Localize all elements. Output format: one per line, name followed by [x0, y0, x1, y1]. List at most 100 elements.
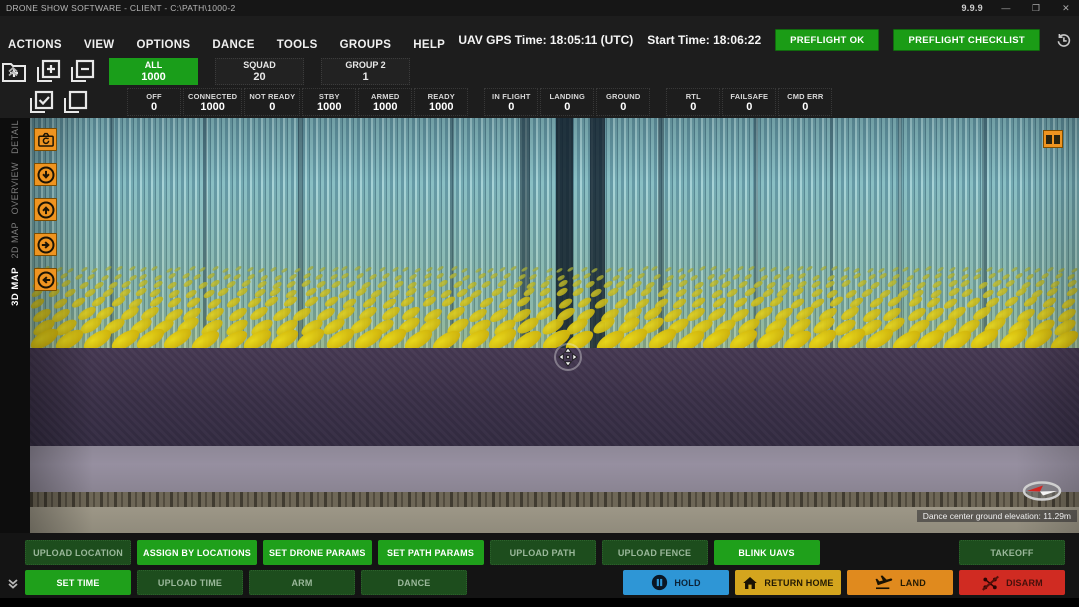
- menu-dance[interactable]: DANCE: [212, 39, 254, 51]
- map-tab-2d-map[interactable]: 2D MAP: [10, 222, 20, 259]
- map-tab-3d-map[interactable]: 3D MAP: [10, 267, 21, 306]
- group-tab-group-2[interactable]: GROUP 21: [321, 58, 410, 85]
- select-all-icon[interactable]: [27, 90, 54, 115]
- camera-rotate-left-icon[interactable]: [34, 268, 57, 291]
- takeoff-button[interactable]: TAKEOFF: [959, 540, 1065, 565]
- upload-fence-button[interactable]: UPLOAD FENCE: [602, 540, 708, 565]
- start-time: Start Time: 18:06:22: [647, 33, 761, 47]
- counter-label: CONNECTED: [188, 92, 237, 101]
- add-to-group-icon[interactable]: [34, 59, 61, 84]
- button-label: UPLOAD TIME: [158, 578, 222, 588]
- command-toolbar: UPLOAD LOCATION ASSIGN BY LOCATIONS SET DR…: [0, 533, 1079, 607]
- counter-value: 1000: [317, 101, 341, 113]
- button-label: ASSIGN BY LOCATIONS: [143, 548, 251, 558]
- counter-value: 0: [746, 101, 752, 113]
- counter-label: IN FLIGHT: [492, 92, 530, 101]
- button-label: RETURN HOME: [764, 578, 833, 588]
- preflight-ok-button[interactable]: PREFLIGHT OK: [775, 29, 879, 51]
- map-view-tabs: DETAIL OVERVIEW 2D MAP 3D MAP: [0, 118, 30, 533]
- counter-value: 0: [269, 101, 275, 113]
- counter-label: LANDING: [549, 92, 585, 101]
- counter-label: FAILSAFE: [730, 92, 768, 101]
- counter-label: STBY: [319, 92, 340, 101]
- group-tab-all[interactable]: ALL1000: [109, 58, 198, 85]
- group-tab-count: 1000: [141, 71, 165, 83]
- preflight-checklist-button[interactable]: PREFLIGHT CHECKLIST: [893, 29, 1040, 51]
- set-path-params-button[interactable]: SET PATH PARAMS: [378, 540, 484, 565]
- counter-value: 0: [690, 101, 696, 113]
- assign-by-locations-button[interactable]: ASSIGN BY LOCATIONS: [137, 540, 257, 565]
- set-drone-params-button[interactable]: SET DRONE PARAMS: [263, 540, 372, 565]
- arm-button[interactable]: ARM: [249, 570, 355, 595]
- maximize-button[interactable]: ❐: [1029, 3, 1043, 14]
- compass-icon[interactable]: [1019, 478, 1065, 509]
- menu-tools[interactable]: TOOLS: [277, 39, 318, 51]
- counter-label: READY: [428, 92, 455, 101]
- counter-landing: LANDING0: [540, 88, 594, 116]
- counter-value: 1000: [200, 101, 224, 113]
- counter-label: RTL: [686, 92, 701, 101]
- button-label: DISARM: [1006, 578, 1043, 588]
- menu-view[interactable]: VIEW: [84, 39, 115, 51]
- dance-button[interactable]: DANCE: [361, 570, 467, 595]
- ground-band-road: [30, 492, 1079, 507]
- collapse-panel-up-icon[interactable]: [6, 64, 20, 78]
- button-label: UPLOAD FENCE: [618, 548, 691, 558]
- menu-actions[interactable]: ACTIONS: [8, 39, 62, 51]
- upload-path-button[interactable]: UPLOAD PATH: [490, 540, 596, 565]
- trail-gap-band: [898, 118, 902, 350]
- menu-bar: ACTIONS VIEW OPTIONS DANCE TOOLS GROUPS HELP U…: [0, 16, 1079, 56]
- group-tab-squad[interactable]: SQUAD20: [215, 58, 304, 85]
- counter-ground: GROUND0: [596, 88, 650, 116]
- counter-value: 0: [802, 101, 808, 113]
- counter-in-flight: IN FLIGHT0: [484, 88, 538, 116]
- map-tab-detail[interactable]: DETAIL: [10, 120, 20, 154]
- counter-label: CMD ERR: [787, 92, 823, 101]
- blink-uavs-button[interactable]: BLINK UAVS: [714, 540, 820, 565]
- map-tab-overview[interactable]: OVERVIEW: [10, 162, 20, 214]
- camera-rotate-right-icon[interactable]: [34, 233, 57, 256]
- counter-label: GROUND: [606, 92, 641, 101]
- camera-reset-icon[interactable]: [34, 128, 57, 151]
- return-home-button[interactable]: RETURN HOME: [735, 570, 841, 595]
- counter-value: 0: [564, 101, 570, 113]
- title-bar: DRONE SHOW SOFTWARE - CLIENT - C:\PATH\1…: [0, 0, 1079, 16]
- disarm-button[interactable]: DISARM: [959, 570, 1065, 595]
- deselect-all-icon[interactable]: [61, 90, 88, 115]
- remove-from-group-icon[interactable]: [68, 59, 95, 84]
- counter-failsafe: FAILSAFE0: [722, 88, 776, 116]
- button-label: SET DRONE PARAMS: [269, 548, 366, 558]
- button-label: LAND: [900, 578, 926, 588]
- minimize-button[interactable]: —: [999, 3, 1013, 13]
- menu-options[interactable]: OPTIONS: [136, 39, 190, 51]
- menu-groups[interactable]: GROUPS: [340, 39, 392, 51]
- counter-not-ready: NOT READY0: [244, 88, 300, 116]
- counter-ready: READY1000: [414, 88, 468, 116]
- menu-help[interactable]: HELP: [413, 39, 445, 51]
- home-icon: [742, 575, 758, 591]
- counter-value: 0: [151, 101, 157, 113]
- counter-label: ARMED: [371, 92, 400, 101]
- map-3d-viewport[interactable]: Dance center ground elevation: 11.29m: [30, 118, 1079, 533]
- counter-value: 0: [620, 101, 626, 113]
- uav-gps-time: UAV GPS Time: 18:05:11 (UTC): [458, 33, 633, 47]
- trail-gap-band: [110, 118, 114, 350]
- camera-tilt-down-icon[interactable]: [34, 163, 57, 186]
- set-time-button[interactable]: SET TIME: [25, 570, 131, 595]
- counter-armed: ARMED1000: [358, 88, 412, 116]
- counter-label: OFF: [146, 92, 162, 101]
- time-history-icon[interactable]: [1054, 31, 1073, 50]
- group-tab-count: 1: [362, 71, 368, 83]
- split-view-icon[interactable]: [1043, 130, 1063, 148]
- elevation-note: Dance center ground elevation: 11.29m: [917, 510, 1077, 522]
- close-button[interactable]: ✕: [1059, 3, 1073, 14]
- camera-tilt-up-icon[interactable]: [34, 198, 57, 221]
- upload-time-button[interactable]: UPLOAD TIME: [137, 570, 243, 595]
- counter-value: 1000: [429, 101, 453, 113]
- land-button[interactable]: LAND: [847, 570, 953, 595]
- counter-connected: CONNECTED1000: [183, 88, 242, 116]
- upload-location-button[interactable]: UPLOAD LOCATION: [25, 540, 131, 565]
- hold-button[interactable]: HOLD: [623, 570, 729, 595]
- button-label: SET TIME: [56, 578, 99, 588]
- button-label: DANCE: [397, 578, 430, 588]
